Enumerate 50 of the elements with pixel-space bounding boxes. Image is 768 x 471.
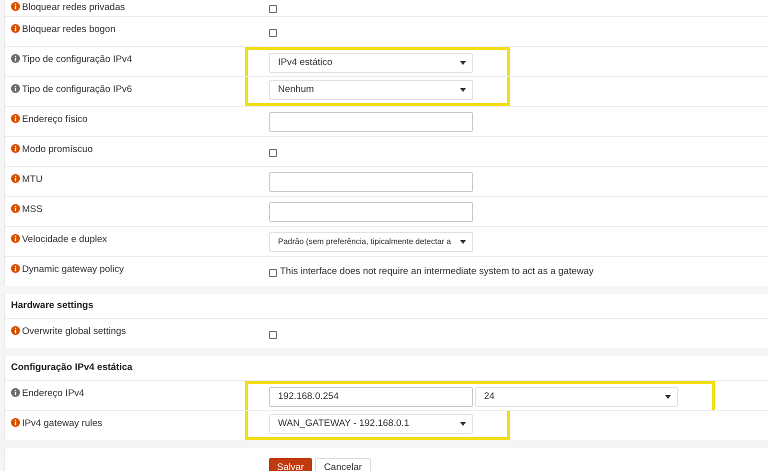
field-label: Velocidade e duplex	[22, 233, 108, 247]
field-label: Endereço físico	[22, 113, 88, 127]
info-icon[interactable]	[11, 114, 20, 123]
checkbox[interactable]	[269, 268, 277, 276]
caret-icon	[460, 61, 466, 65]
input-field[interactable]	[269, 202, 473, 222]
dropdown-select[interactable]: Padrão (sem preferência, tipicalmente detectar a	[269, 232, 473, 252]
save-button[interactable]: Salvar	[269, 458, 312, 471]
info-icon[interactable]	[11, 204, 20, 213]
input-field[interactable]: 192.168.0.254	[269, 387, 473, 407]
field-label: Modo promíscuo	[22, 143, 93, 157]
checkbox[interactable]	[269, 330, 277, 338]
dropdown-select[interactable]: Nenhum	[269, 80, 473, 100]
info-icon[interactable]	[11, 418, 20, 427]
info-icon[interactable]	[11, 2, 20, 11]
field-label: Dynamic gateway policy	[22, 263, 124, 277]
caret-icon	[665, 395, 671, 399]
info-icon[interactable]	[11, 234, 20, 243]
field-label: MTU	[22, 173, 43, 187]
section-title: Hardware settings	[11, 298, 94, 313]
field-label: MSS	[22, 203, 43, 217]
info-icon[interactable]	[11, 264, 20, 273]
dropdown-select[interactable]: 24	[475, 387, 678, 407]
caret-icon	[460, 422, 466, 426]
field-label: Bloquear redes privadas	[22, 1, 125, 15]
info-icon[interactable]	[11, 144, 20, 153]
dropdown-select[interactable]: WAN_GATEWAY - 192.168.0.1	[269, 414, 473, 434]
info-icon[interactable]	[11, 24, 20, 33]
field-label: Bloquear redes bogon	[22, 23, 116, 37]
info-icon[interactable]	[11, 84, 20, 93]
field-label: Overwrite global settings	[22, 325, 126, 339]
field-label: IPv4 gateway rules	[22, 417, 102, 431]
caret-icon	[460, 240, 466, 244]
caret-icon	[460, 88, 466, 92]
input-field[interactable]	[269, 172, 473, 192]
input-field[interactable]	[269, 112, 473, 132]
dropdown-select[interactable]: IPv4 estático	[269, 53, 473, 73]
info-icon[interactable]	[11, 174, 20, 183]
info-icon[interactable]	[11, 54, 20, 63]
info-icon[interactable]	[11, 326, 20, 335]
field-label: Tipo de configuração IPv4	[22, 53, 132, 67]
checkbox-label: This interface does not require an intermediate system to act as a gateway	[280, 265, 594, 280]
checkbox[interactable]	[269, 148, 277, 156]
section-title: Configuração IPv4 estática	[11, 360, 132, 375]
checkbox[interactable]	[269, 28, 277, 36]
field-label: Tipo de configuração IPv6	[22, 83, 132, 97]
field-label: Endereço IPv4	[22, 387, 84, 401]
cancel-button[interactable]: Cancelar	[314, 458, 371, 471]
info-icon[interactable]	[11, 388, 20, 397]
checkbox[interactable]	[269, 5, 277, 13]
